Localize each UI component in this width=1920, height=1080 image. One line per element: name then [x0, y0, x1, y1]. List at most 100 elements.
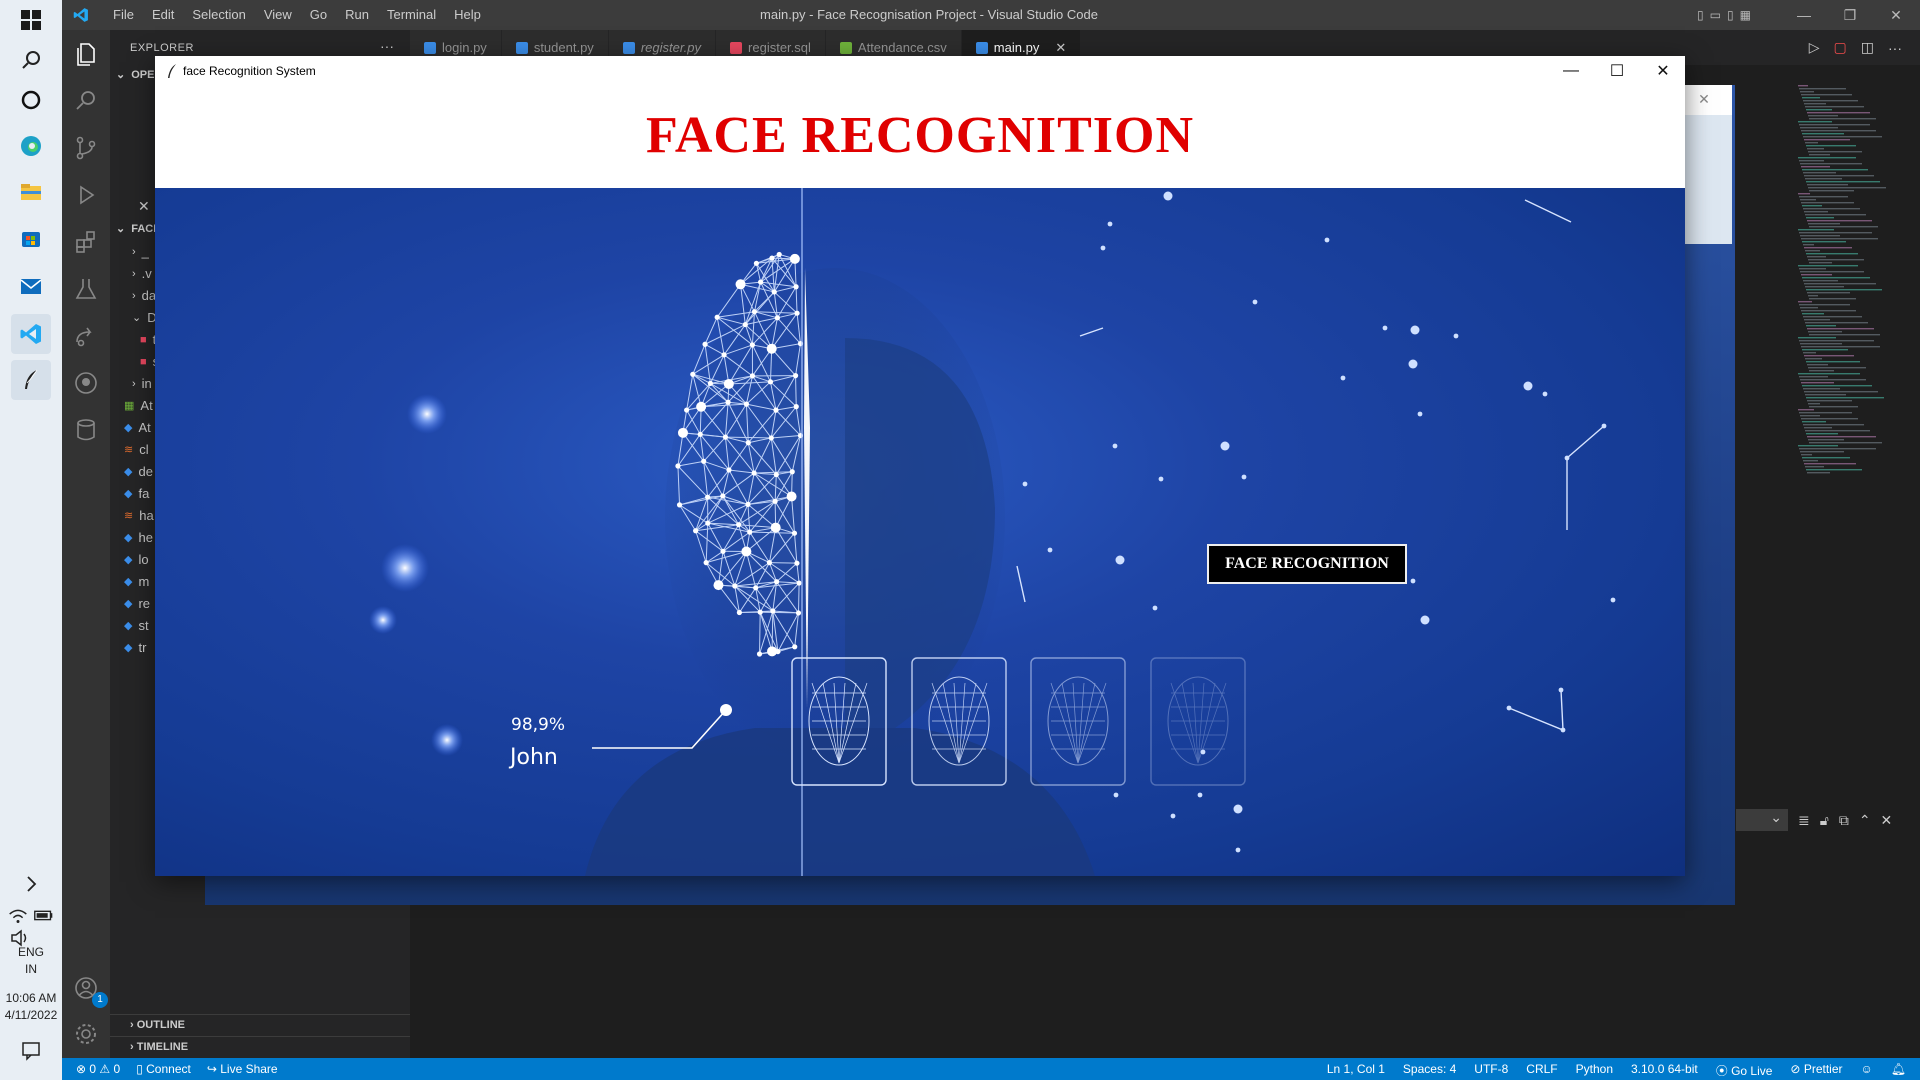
language-mode[interactable]: Python	[1576, 1062, 1613, 1079]
restore-button[interactable]: ❐	[1828, 4, 1872, 26]
maximize-panel-icon[interactable]: ⌃	[1859, 812, 1871, 829]
encoding[interactable]: UTF-8	[1474, 1062, 1508, 1079]
explorer-tree-item[interactable]: ▦ At	[124, 398, 153, 413]
clear-output-icon[interactable]: ≣	[1798, 812, 1810, 829]
vscode-taskbar-icon[interactable]	[11, 314, 51, 354]
more-actions-icon[interactable]: ···	[1888, 40, 1902, 56]
mail-icon[interactable]	[11, 266, 51, 306]
clock-time[interactable]: 10:06 AM	[0, 990, 62, 1006]
face-recognition-button[interactable]: FACE RECOGNITION	[1207, 544, 1407, 584]
explorer-tree-item[interactable]: ◆ he	[124, 530, 153, 545]
app-minimize-button[interactable]: —	[1548, 56, 1594, 86]
keyboard-region[interactable]: IN	[0, 961, 62, 977]
edge-browser-icon[interactable]	[11, 126, 51, 166]
explorer-item-label: re	[138, 596, 151, 611]
explorer-tree-item[interactable]: ◆ de	[124, 464, 153, 479]
keyboard-language[interactable]: ENG	[0, 944, 62, 960]
python-file-icon	[975, 41, 988, 54]
github-icon[interactable]	[72, 369, 100, 397]
connect-status[interactable]: ▯ Connect	[136, 1062, 191, 1076]
feedback-icon[interactable]: ☺	[1861, 1062, 1873, 1079]
python-file-icon	[424, 41, 436, 54]
microsoft-store-icon[interactable]	[11, 218, 51, 258]
clock-date[interactable]: 4/11/2022	[0, 1007, 62, 1023]
notifications-bell-icon[interactable]: 🔔︎	[1891, 1062, 1906, 1079]
outline-section[interactable]: › OUTLINE	[110, 1014, 410, 1036]
explorer-tree-item[interactable]: › in	[132, 376, 152, 391]
explorer-tree-item[interactable]: ◆ st	[124, 618, 149, 633]
file-type-icon: ■	[140, 333, 147, 346]
file-explorer-icon[interactable]	[11, 172, 51, 212]
toggle-panel-icon[interactable]: ▭	[1710, 8, 1721, 22]
explorer-icon[interactable]	[72, 40, 100, 68]
live-share-icon[interactable]	[72, 322, 100, 350]
lock-scroll-icon[interactable]: 🔓︎	[1820, 812, 1829, 829]
more-actions-icon[interactable]: ···	[380, 38, 394, 54]
indentation[interactable]: Spaces: 4	[1403, 1062, 1456, 1079]
go-live-status[interactable]: ⦿ Go Live	[1716, 1062, 1773, 1079]
prettier-status[interactable]: ⊘ Prettier	[1790, 1062, 1842, 1079]
explorer-tree-item[interactable]: › .v	[132, 266, 152, 281]
explorer-tree-item[interactable]: ◆ re	[124, 596, 150, 611]
search-icon[interactable]	[11, 40, 51, 80]
minimize-button[interactable]: —	[1782, 4, 1826, 26]
problems-status[interactable]: ⊗ 0 ⚠ 0	[76, 1062, 120, 1076]
cursor-position[interactable]: Ln 1, Col 1	[1327, 1062, 1385, 1079]
folder-section[interactable]: ⌄ FACE	[116, 222, 161, 236]
live-share-label: Live Share	[220, 1062, 278, 1076]
app-close-button[interactable]: ✕	[1640, 56, 1686, 86]
explorer-tree-item[interactable]: ◆ tr	[124, 640, 146, 655]
close-editor-icon[interactable]: ✕	[138, 198, 150, 215]
live-share-status[interactable]: ↪ Live Share	[207, 1062, 278, 1076]
customize-layout-icon[interactable]: ▦	[1740, 8, 1751, 22]
timeline-section[interactable]: › TIMELINE	[110, 1036, 410, 1058]
testing-flask-icon[interactable]	[72, 275, 100, 303]
explorer-tree-item[interactable]: ≋ cl	[124, 442, 149, 457]
explorer-tree-item[interactable]: ◆ At	[124, 420, 151, 435]
explorer-item-label: he	[138, 530, 153, 545]
database-icon[interactable]	[72, 416, 100, 444]
copy-icon[interactable]: ⧉	[1839, 812, 1849, 829]
layout-toggle-icons[interactable]: ▯ ▭ ▯ ▦	[1684, 4, 1764, 26]
explorer-item-label: .v	[141, 266, 152, 281]
close-tab-icon[interactable]: ✕	[1055, 40, 1066, 56]
open-editors-section[interactable]: ⌄ OPEI	[116, 68, 158, 82]
minimap[interactable]	[1790, 85, 1900, 485]
python-feather-icon[interactable]	[11, 360, 51, 400]
split-editor-icon[interactable]: ◫	[1861, 39, 1874, 56]
tab-label: Attendance.csv	[857, 40, 947, 55]
explorer-tree-item[interactable]: › da	[132, 288, 156, 303]
close-window-button[interactable]: ✕	[1874, 4, 1918, 26]
explorer-item-label: cl	[139, 442, 149, 457]
run-debug-icon[interactable]	[72, 181, 100, 209]
notifications-icon[interactable]	[11, 1030, 51, 1070]
toggle-sidebar-icon[interactable]: ▯	[1697, 8, 1704, 22]
toggle-secondary-sidebar-icon[interactable]: ▯	[1727, 8, 1734, 22]
explorer-tree-item[interactable]: › _	[132, 244, 149, 259]
file-type-icon: ≋	[124, 510, 134, 522]
windows-start-icon[interactable]	[11, 0, 51, 40]
line-ending[interactable]: CRLF	[1526, 1062, 1557, 1079]
chevron-down-icon: ⌄	[116, 223, 126, 235]
face-recognition-hero-image: 98,9% John FACE RECOGNITION	[155, 188, 1685, 876]
extensions-icon[interactable]	[72, 228, 100, 256]
explorer-tree-item[interactable]: ≋ ha	[124, 508, 154, 523]
file-type-icon: ◆	[124, 554, 133, 566]
stop-icon[interactable]: ▢	[1834, 39, 1847, 56]
open-editors-label: OPEI	[131, 68, 158, 81]
file-type-icon: ◆	[124, 598, 133, 610]
search-view-icon[interactable]	[72, 87, 100, 115]
source-control-icon[interactable]	[72, 134, 100, 162]
file-type-icon: ≋	[124, 444, 134, 456]
close-panel-icon[interactable]: ✕	[1881, 812, 1893, 829]
explorer-tree-item[interactable]: ◆ fa	[124, 486, 149, 501]
explorer-tree-item[interactable]: ◆ lo	[124, 552, 149, 567]
battery-icon[interactable]	[32, 895, 56, 935]
cortana-icon[interactable]	[11, 80, 51, 120]
python-interpreter[interactable]: 3.10.0 64-bit	[1631, 1062, 1698, 1079]
panel-dropdown-chevron-icon[interactable]: ⌄	[1736, 809, 1788, 831]
run-python-icon[interactable]: ▷	[1809, 39, 1820, 56]
manage-gear-icon[interactable]	[72, 1020, 100, 1048]
app-maximize-button[interactable]: ☐	[1594, 56, 1640, 86]
explorer-tree-item[interactable]: ◆ m	[124, 574, 149, 589]
